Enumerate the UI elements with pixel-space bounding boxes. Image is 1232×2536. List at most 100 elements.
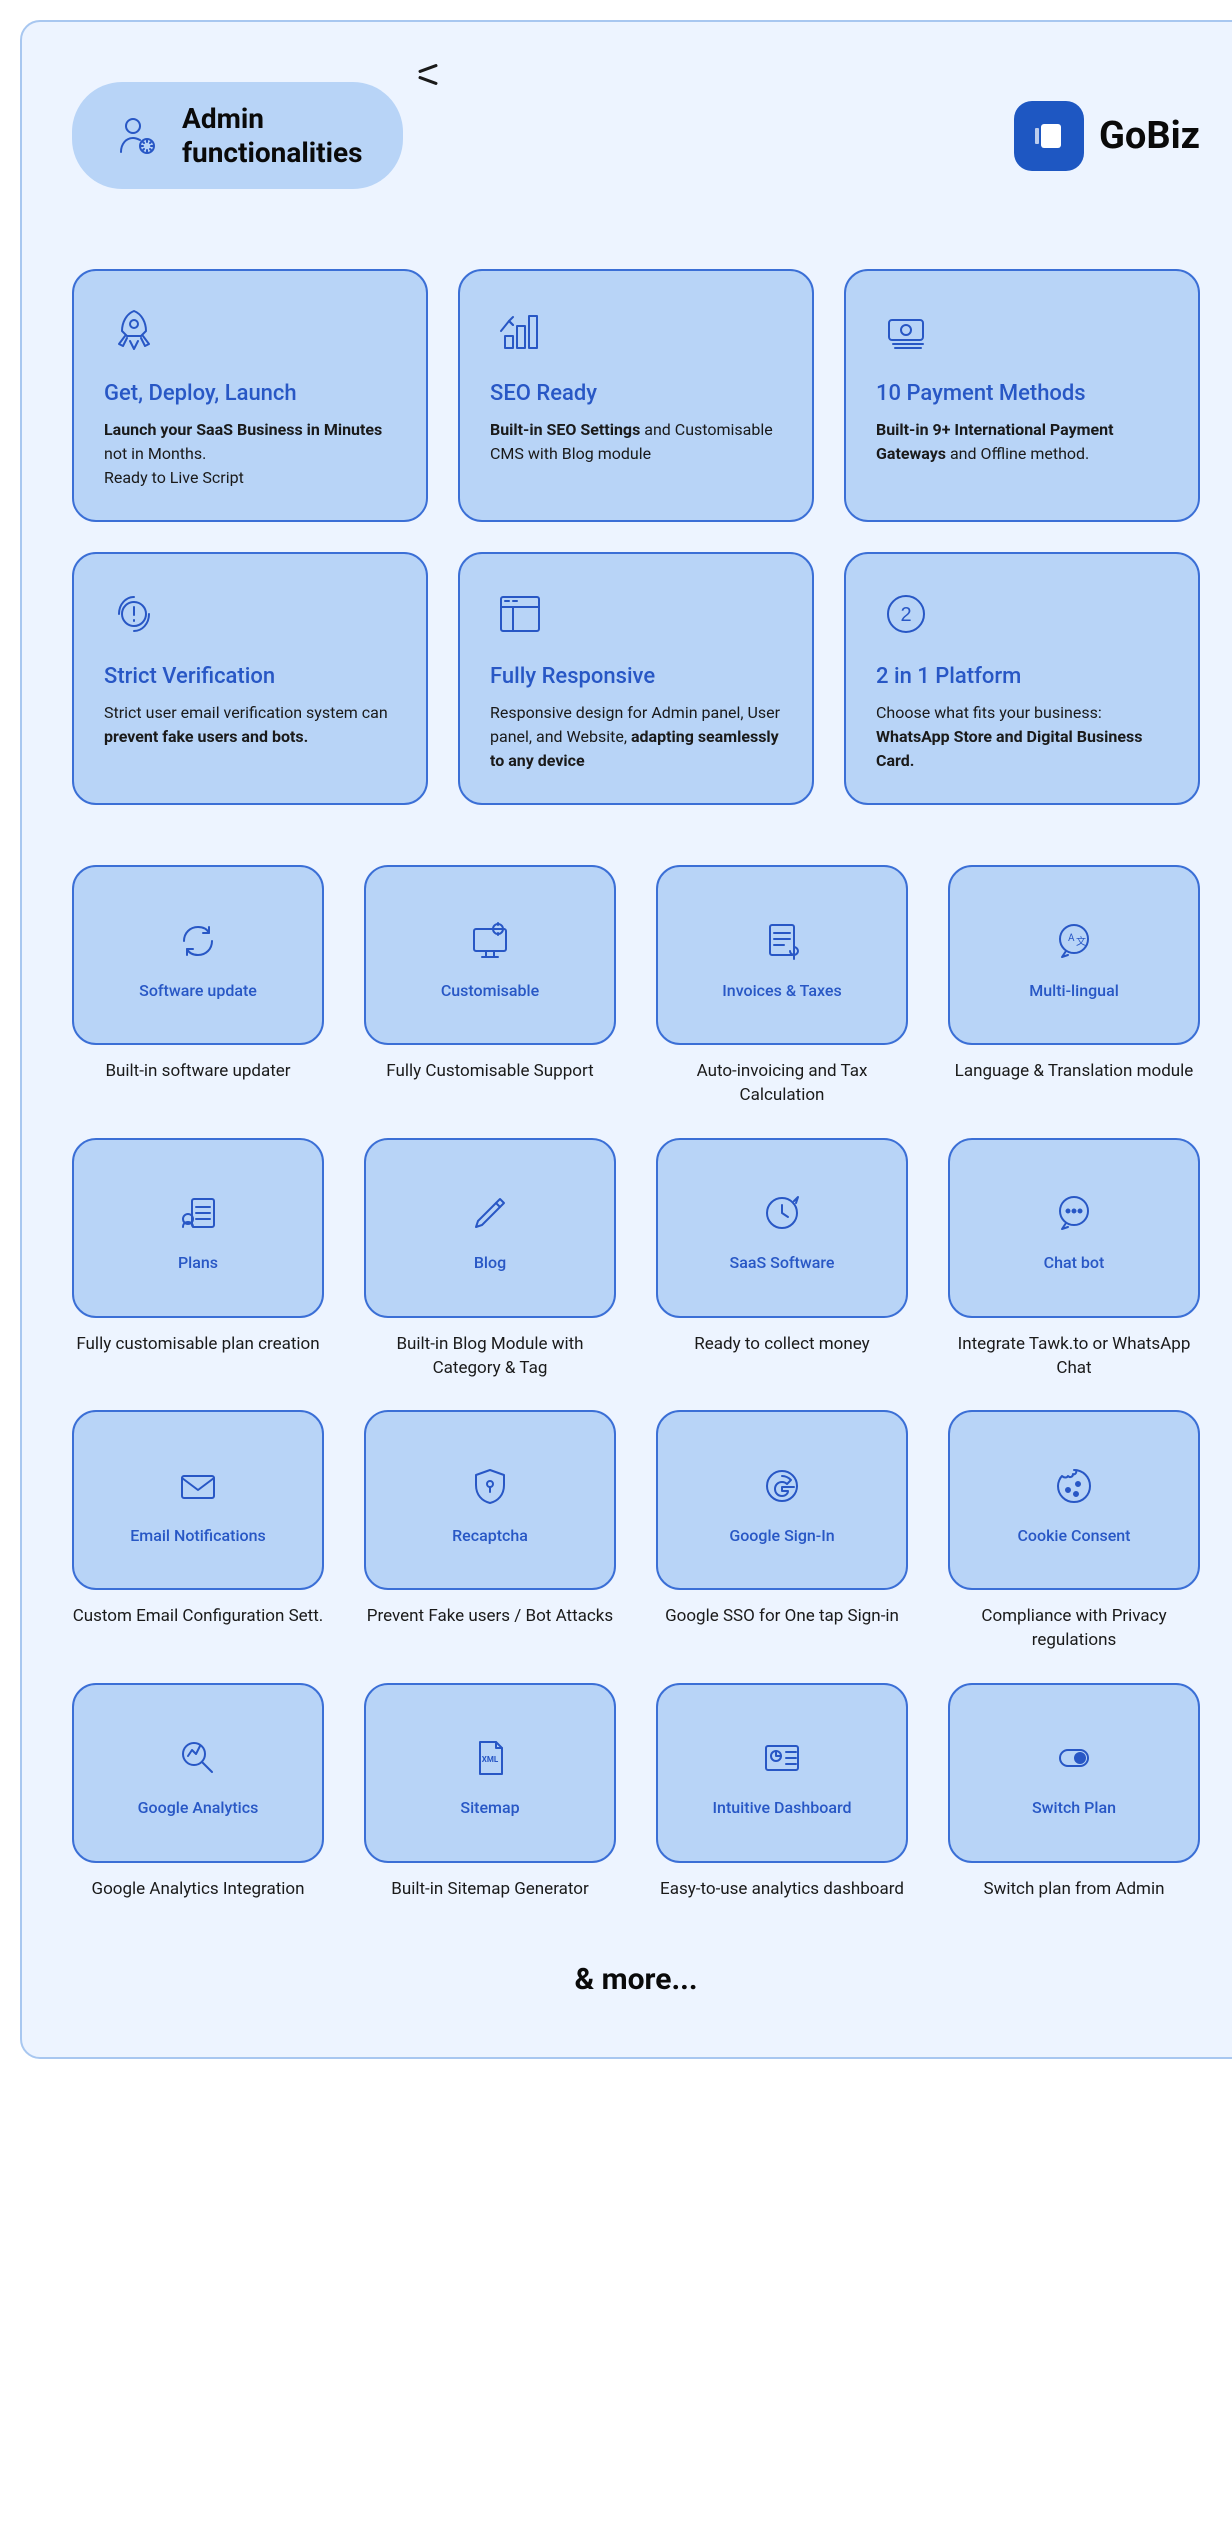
small-desc: Google SSO for One tap Sign-in (656, 1605, 908, 1629)
svg-text:A: A (1068, 933, 1075, 944)
small-feature-saas: SaaS Software Ready to collect money (656, 1138, 908, 1381)
feature-title: Strict Verification (104, 664, 396, 689)
feature-desc: Launch your SaaS Business in Minutes not… (104, 418, 396, 490)
small-title: Multi-lingual (1029, 981, 1119, 1000)
small-desc: Auto-invoicing and Tax Calculation (656, 1060, 908, 1108)
feature-card-responsive: Fully Responsive Responsive design for Ad… (458, 552, 814, 805)
pencil-icon (465, 1188, 515, 1238)
dashboard-icon (757, 1733, 807, 1783)
toggle-icon (1049, 1733, 1099, 1783)
shield-icon (465, 1461, 515, 1511)
small-desc: Prevent Fake users / Bot Attacks (364, 1605, 616, 1629)
layout-icon (490, 584, 550, 644)
small-desc: Fully Customisable Support (364, 1060, 616, 1084)
small-feature-recaptcha: Recaptcha Prevent Fake users / Bot Attack… (364, 1410, 616, 1653)
small-desc: Built-in Blog Module with Category & Tag (364, 1333, 616, 1381)
big-features-grid: Get, Deploy, Launch Launch your SaaS Busi… (72, 269, 1200, 805)
feature-desc: Built-in SEO Settings and Customisable C… (490, 418, 782, 466)
small-title: Chat bot (1044, 1253, 1105, 1272)
feature-card-platform: 22 in 1 PlatformChoose what fits your bu… (844, 552, 1200, 805)
brand-name: GoBiz (1099, 114, 1200, 158)
small-title: Email Notifications (130, 1526, 266, 1545)
svg-text:文: 文 (1076, 935, 1086, 948)
small-feature-cookie: Cookie Consent Compliance with Privacy re… (948, 1410, 1200, 1653)
small-title: Switch Plan (1032, 1798, 1116, 1817)
small-title: Plans (178, 1253, 218, 1272)
chart-icon (490, 301, 550, 361)
chat-icon (1049, 1188, 1099, 1238)
feature-desc: Responsive design for Admin panel, User … (490, 701, 782, 773)
small-feature-google-signin: Google Sign-In Google SSO for One tap Sig… (656, 1410, 908, 1653)
feature-desc: Strict user email verification system ca… (104, 701, 396, 749)
xml-file-icon: XML (465, 1733, 515, 1783)
feature-card-seo: SEO Ready Built-in SEO Settings and Custo… (458, 269, 814, 522)
two-icon: 2 (876, 584, 936, 644)
logo-mark-icon (1014, 101, 1084, 171)
small-feature-analytics: Google Analytics Google Analytics Integra… (72, 1683, 324, 1902)
small-title: Google Sign-In (729, 1526, 834, 1545)
feature-card-deploy: Get, Deploy, Launch Launch your SaaS Busi… (72, 269, 428, 522)
cookie-icon (1049, 1461, 1099, 1511)
alert-icon (104, 584, 164, 644)
small-desc: Google Analytics Integration (72, 1878, 324, 1902)
invoice-icon (757, 916, 807, 966)
svg-text:XML: XML (482, 1755, 499, 1764)
envelope-icon (173, 1461, 223, 1511)
feature-title: 10 Payment Methods (876, 381, 1168, 406)
small-feature-chatbot: Chat bot Integrate Tawk.to or WhatsApp Ch… (948, 1138, 1200, 1381)
feature-title: Fully Responsive (490, 664, 782, 689)
feature-desc: Choose what fits your business: WhatsApp… (876, 701, 1168, 773)
admin-user-icon (112, 111, 162, 161)
translate-icon: A文 (1049, 916, 1099, 966)
small-title: Blog (474, 1253, 506, 1272)
feature-title: Get, Deploy, Launch (104, 381, 396, 406)
small-title: Google Analytics (138, 1798, 259, 1817)
checklist-icon (173, 1188, 223, 1238)
rocket-icon (104, 301, 164, 361)
refresh-icon (173, 916, 223, 966)
small-features-grid: Software update Built-in software updater… (72, 865, 1200, 1902)
small-desc: Built-in Sitemap Generator (364, 1878, 616, 1902)
small-feature-custom: Customisable Fully Customisable Support (364, 865, 616, 1108)
small-title: SaaS Software (730, 1253, 835, 1272)
title-pill: Adminfunctionalities (72, 82, 403, 189)
small-desc: Custom Email Configuration Sett. (72, 1605, 324, 1629)
small-title: Software update (139, 981, 257, 1000)
small-title: Intuitive Dashboard (713, 1798, 852, 1817)
small-desc: Fully customisable plan creation (72, 1333, 324, 1357)
google-icon (757, 1461, 807, 1511)
money-icon (876, 301, 936, 361)
small-feature-update: Software update Built-in software updater (72, 865, 324, 1108)
small-feature-blog: Blog Built-in Blog Module with Category &… (364, 1138, 616, 1381)
small-desc: Integrate Tawk.to or WhatsApp Chat (948, 1333, 1200, 1381)
small-feature-invoices: Invoices & Taxes Auto-invoicing and Tax C… (656, 865, 908, 1108)
small-title: Cookie Consent (1017, 1526, 1130, 1545)
small-desc: Switch plan from Admin (948, 1878, 1200, 1902)
small-feature-sitemap: XML Sitemap Built-in Sitemap Generator (364, 1683, 616, 1902)
svg-text:2: 2 (900, 604, 911, 626)
footer-text: & more... (72, 1962, 1200, 1997)
feature-card-verification: Strict Verification Strict user email ver… (72, 552, 428, 805)
small-title: Recaptcha (452, 1526, 528, 1545)
brand-logo: GoBiz (1014, 101, 1200, 171)
feature-desc: Built-in 9+ International Payment Gatewa… (876, 418, 1168, 466)
page-title: Adminfunctionalities (182, 102, 363, 169)
feature-card-payment: 10 Payment Methods Built-in 9+ Internatio… (844, 269, 1200, 522)
monitor-gear-icon (465, 916, 515, 966)
small-feature-email: Email Notifications Custom Email Configur… (72, 1410, 324, 1653)
small-desc: Language & Translation module (948, 1060, 1200, 1084)
feature-title: SEO Ready (490, 381, 782, 406)
small-desc: Compliance with Privacy regulations (948, 1605, 1200, 1653)
small-title: Customisable (441, 981, 539, 1000)
clock-arrow-icon (757, 1188, 807, 1238)
small-feature-plans: Plans Fully customisable plan creation (72, 1138, 324, 1381)
small-desc: Built-in software updater (72, 1060, 324, 1084)
small-title: Sitemap (460, 1798, 519, 1817)
page-container: Adminfunctionalities GoBiz Get, Deploy, … (20, 20, 1232, 2059)
header: Adminfunctionalities GoBiz (72, 82, 1200, 189)
analytics-icon (173, 1733, 223, 1783)
small-feature-multilingual: A文 Multi-lingual Language & Translation mo… (948, 865, 1200, 1108)
small-title: Invoices & Taxes (722, 981, 841, 1000)
small-feature-dashboard: Intuitive DashboardEasy-to-use analytics… (656, 1683, 908, 1902)
small-desc: Ready to collect money (656, 1333, 908, 1357)
